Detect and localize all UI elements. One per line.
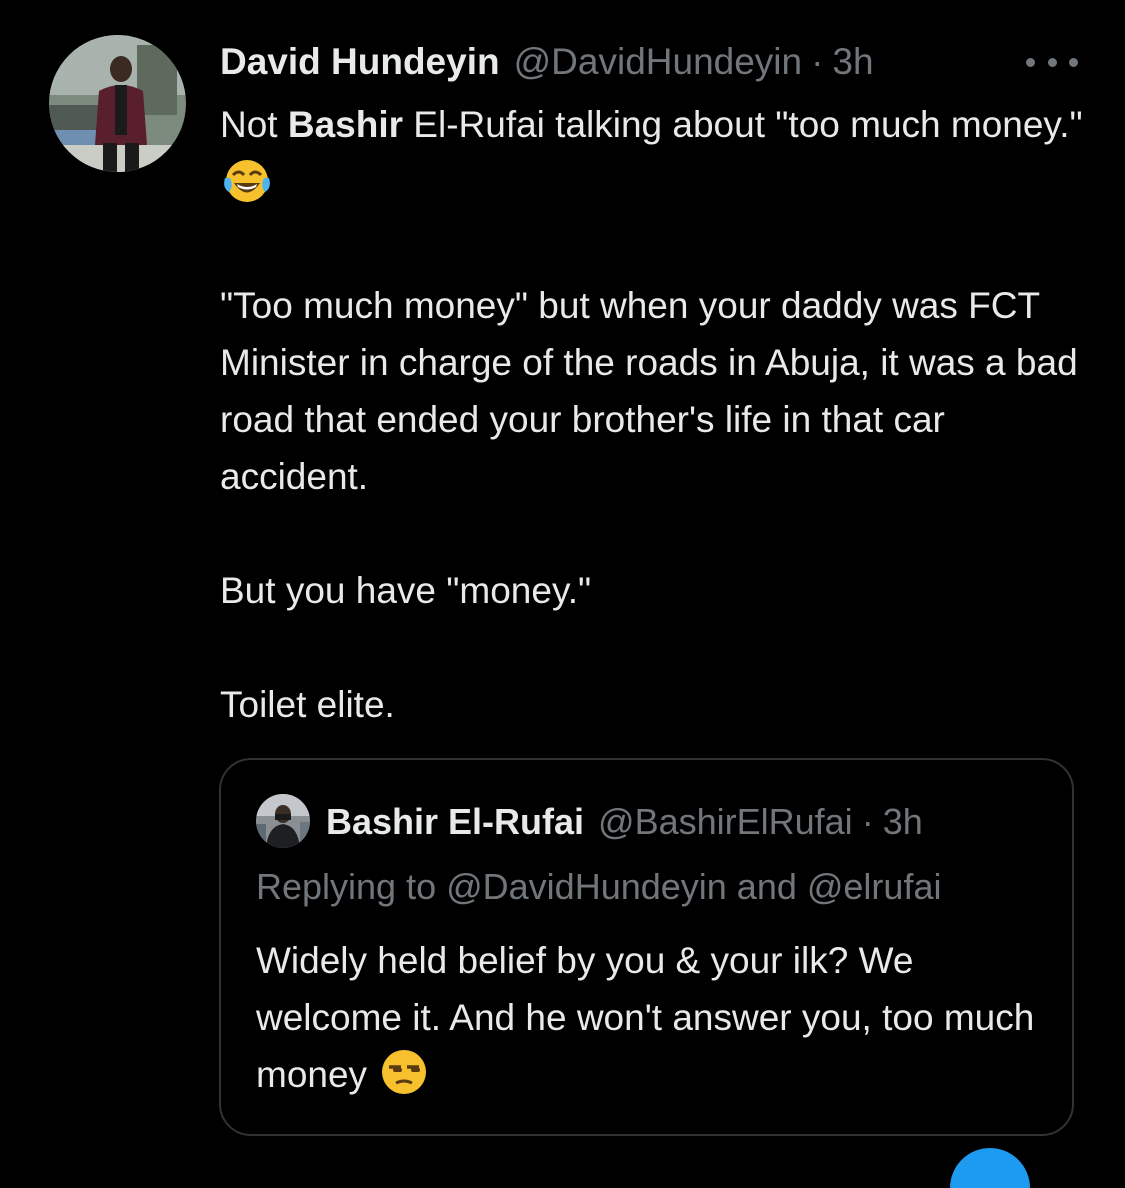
quoted-author-avatar[interactable]: [256, 794, 310, 848]
tweet-paragraph-2: "Too much money" but when your daddy was…: [220, 285, 1078, 497]
author-handle[interactable]: @DavidHundeyin: [514, 41, 802, 83]
separator-dot: ·: [811, 41, 824, 82]
quoted-tweet-card[interactable]: Bashir El-Rufai @BashirElRufai · 3h Repl…: [219, 758, 1074, 1136]
more-dots-icon[interactable]: [1026, 48, 1078, 76]
author-avatar[interactable]: [49, 35, 186, 172]
quoted-tweet-header: Bashir El-Rufai @BashirElRufai · 3h: [326, 798, 923, 846]
author-name[interactable]: David Hundeyin: [220, 41, 500, 83]
face-with-tears-of-joy-icon: [222, 156, 272, 220]
separator-dot: ·: [861, 801, 874, 842]
quoted-tweet-text: Widely held belief by you & your ilk? We…: [256, 932, 1056, 1113]
quoted-tweet-timestamp[interactable]: 3h: [883, 801, 923, 843]
tweet[interactable]: David Hundeyin @DavidHundeyin · 3h Not B…: [0, 0, 1125, 1188]
replying-to-line: Replying to @DavidHundeyin and @elrufai: [256, 866, 942, 907]
tweet-paragraph-4: Toilet elite.: [220, 684, 395, 725]
tweet-header: David Hundeyin @DavidHundeyin · 3h: [220, 38, 874, 86]
quoted-author-handle[interactable]: @BashirElRufai: [598, 801, 853, 843]
compose-button[interactable]: [950, 1148, 1030, 1188]
quoted-author-name[interactable]: Bashir El-Rufai: [326, 801, 584, 843]
tweet-timestamp[interactable]: 3h: [832, 41, 873, 83]
bold-mention: Bashir: [287, 104, 404, 145]
tweet-text: Not Bashir El-Rufai talking about "too m…: [220, 96, 1100, 733]
unamused-face-icon: [379, 1047, 429, 1113]
tweet-paragraph-1: Not Bashir El-Rufai talking about "too m…: [220, 96, 1100, 220]
tweet-paragraph-3: But you have "money.": [220, 570, 592, 611]
